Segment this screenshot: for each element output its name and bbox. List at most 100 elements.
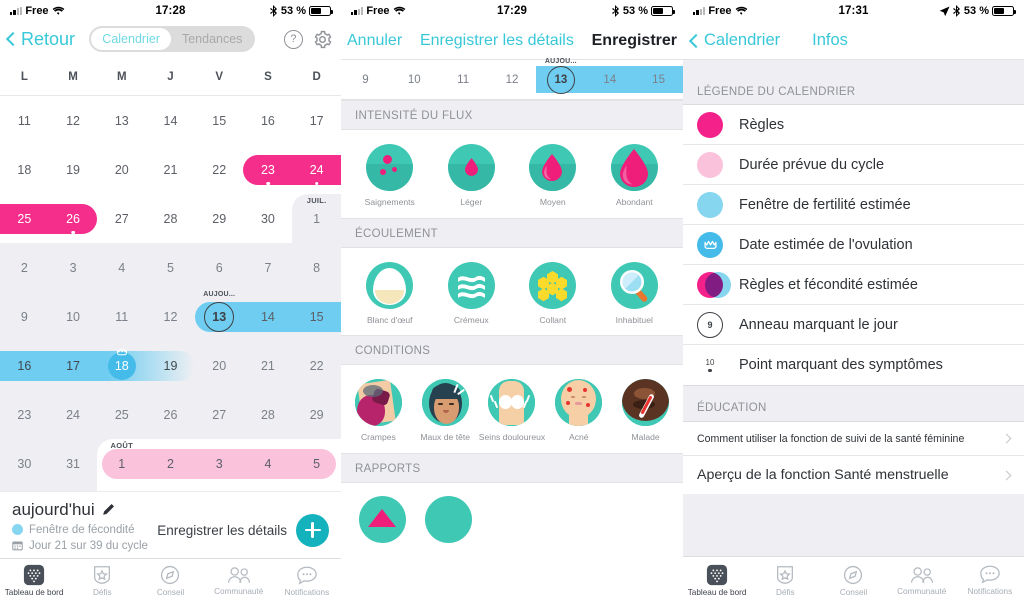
add-entry-button[interactable] <box>296 513 329 547</box>
chat-dots-icon <box>297 566 317 585</box>
status-right-2: 53 % <box>611 5 676 17</box>
day-cell: 12 <box>49 96 98 145</box>
option-inhabituel[interactable]: Inhabituel <box>594 261 676 326</box>
tab-bar-3[interactable]: Tableau de bord Défis Conseil Communauté… <box>683 556 1024 603</box>
date-cell-today[interactable]: AUJOU... 13 <box>536 58 585 99</box>
page-title-infos: Infos <box>812 31 848 49</box>
day-number: 11 <box>115 309 129 324</box>
creamy-icon <box>447 261 495 309</box>
save-details-label[interactable]: Enregistrer les détails <box>157 523 287 538</box>
tab-calendrier[interactable]: Calendrier <box>91 28 171 51</box>
weekday-6: D <box>312 70 321 83</box>
option-malade[interactable]: Malade <box>612 379 679 443</box>
section-header-rapports: RAPPORTS <box>341 453 683 484</box>
back-button-retour[interactable]: Retour <box>5 29 75 50</box>
tab-label: Communauté <box>214 587 264 597</box>
conditions-row[interactable]: Crampes Maux de tête Seins douloureux Ac… <box>341 365 683 454</box>
calendar-grid[interactable]: 11 12 13 14 15 16 17 18 19 20 21 22 23 2… <box>0 96 341 507</box>
battery-icon-2 <box>651 6 676 16</box>
option-crampes[interactable]: Crampes <box>345 379 412 443</box>
tab-bar-1[interactable]: Tableau de bord Défis Conseil Communauté… <box>0 557 341 603</box>
sticky-honeycomb-icon <box>529 261 577 309</box>
education-item-overview[interactable]: Aperçu de la fonction Santé menstruelle <box>683 456 1024 494</box>
legend-item-regles-fecondite: Règles et fécondité estimée <box>683 265 1024 305</box>
discharge-row[interactable]: Blanc d'œuf Crémeux Collant Inhabituel <box>341 247 683 336</box>
battery-percent-3: 53 % <box>963 5 989 17</box>
tab-defis[interactable]: Défis <box>751 564 819 597</box>
option-cremeux[interactable]: Crémeux <box>431 261 513 326</box>
legend-label: Fenêtre de fertilité estimée <box>739 196 911 213</box>
rapports-row-partial[interactable] <box>341 483 683 603</box>
day-cell: 20 <box>195 341 244 390</box>
day-number: 30 <box>17 456 32 471</box>
acne-icon <box>555 379 603 427</box>
flow-intensity-row[interactable]: Saignements Léger Moyen Abondant <box>341 130 683 218</box>
date-strip[interactable]: 9 10 11 12 AUJOU... 13 14 15 <box>341 58 683 100</box>
option-saignements[interactable]: Saignements <box>349 144 431 208</box>
option-maux-de-tete[interactable]: Maux de tête <box>412 379 479 443</box>
day-number: 22 <box>212 162 227 177</box>
day-number: 25 <box>114 407 129 422</box>
day-cell: 2 <box>0 243 49 292</box>
tab-tableau-de-bord[interactable]: Tableau de bord <box>0 564 68 597</box>
tab-conseil[interactable]: Conseil <box>136 564 204 597</box>
day-cell: 12 <box>146 292 195 341</box>
status-right-3: 53 % <box>939 5 1017 17</box>
tab-label: Notifications <box>967 587 1013 596</box>
chat-dots-icon <box>980 565 1000 584</box>
calendar-week-5: 9 10 11 12 AUJOU... 13 14 15 <box>0 291 341 341</box>
gear-icon[interactable] <box>312 29 333 50</box>
day-cell: 13 <box>97 96 146 145</box>
tab-tableau-de-bord[interactable]: Tableau de bord <box>683 564 751 597</box>
segmented-control[interactable]: Calendrier Tendances <box>89 26 256 53</box>
option-acne[interactable]: Acné <box>545 379 612 443</box>
spotting-icon <box>366 144 414 191</box>
month-tag: AOÛT <box>110 441 134 451</box>
calendar-week-1: 11 12 13 14 15 16 17 <box>0 96 341 145</box>
education-item-how-to[interactable]: Comment utiliser la fonction de suivi de… <box>683 422 1024 456</box>
tab-defis[interactable]: Défis <box>68 564 136 597</box>
section-header-conditions: CONDITIONS <box>341 335 683 366</box>
section-header-flow: INTENSITÉ DU FLUX <box>341 100 683 130</box>
option-collant[interactable]: Collant <box>512 261 594 326</box>
today-label: AUJOU... <box>544 58 577 65</box>
option-label: Abondant <box>615 197 653 207</box>
option-leger[interactable]: Léger <box>431 144 513 208</box>
option-blanc-doeuf[interactable]: Blanc d'œuf <box>349 261 431 326</box>
ovulation-crown-circle-icon <box>697 231 723 258</box>
tab-communaute[interactable]: Communauté <box>888 565 956 596</box>
tab-tendances[interactable]: Tendances <box>171 28 253 50</box>
legend-item-duree-prevue: Durée prévue du cycle <box>683 145 1024 185</box>
help-icon[interactable]: ? <box>283 29 303 49</box>
bluetooth-icon <box>269 4 277 17</box>
back-button-calendrier[interactable]: Calendrier <box>688 31 780 50</box>
option-abondant[interactable]: Abondant <box>594 144 676 208</box>
save-button[interactable]: Enregistrer <box>592 32 677 50</box>
legend-label: Date estimée de l'ovulation <box>739 236 913 253</box>
education-label: Aperçu de la fonction Santé menstruelle <box>697 467 949 483</box>
day-cell: 25 <box>97 390 146 439</box>
day-number: 18 <box>114 358 129 373</box>
tab-label: Tableau de bord <box>4 588 64 598</box>
sick-thermometer-icon <box>622 379 670 427</box>
tab-conseil[interactable]: Conseil <box>819 564 887 597</box>
option-moyen[interactable]: Moyen <box>512 144 594 208</box>
day-cell: 21 <box>244 341 293 390</box>
weekday-1: M <box>68 70 78 83</box>
legend-item-ovulation: Date estimée de l'ovulation <box>683 225 1024 265</box>
tab-communaute[interactable]: Communauté <box>205 565 273 596</box>
option-seins-douloureux[interactable]: Seins douloureux <box>479 379 546 443</box>
tab-notifications[interactable]: Notifications <box>273 565 341 597</box>
option-label: Crampes <box>360 432 396 443</box>
day-cell: 29 <box>195 194 244 243</box>
option-label: Léger <box>460 197 483 207</box>
symptom-dot-icon: 10 <box>697 352 723 378</box>
battery-icon-1 <box>309 5 334 16</box>
date-number: 15 <box>652 73 665 86</box>
day-number: 15 <box>212 113 227 128</box>
weekday-3: J <box>167 70 174 83</box>
tab-notifications[interactable]: Notifications <box>956 564 1024 596</box>
pencil-icon[interactable] <box>102 503 115 516</box>
cancel-button[interactable]: Annuler <box>347 32 402 50</box>
option-label: Seins douloureux <box>478 432 546 443</box>
